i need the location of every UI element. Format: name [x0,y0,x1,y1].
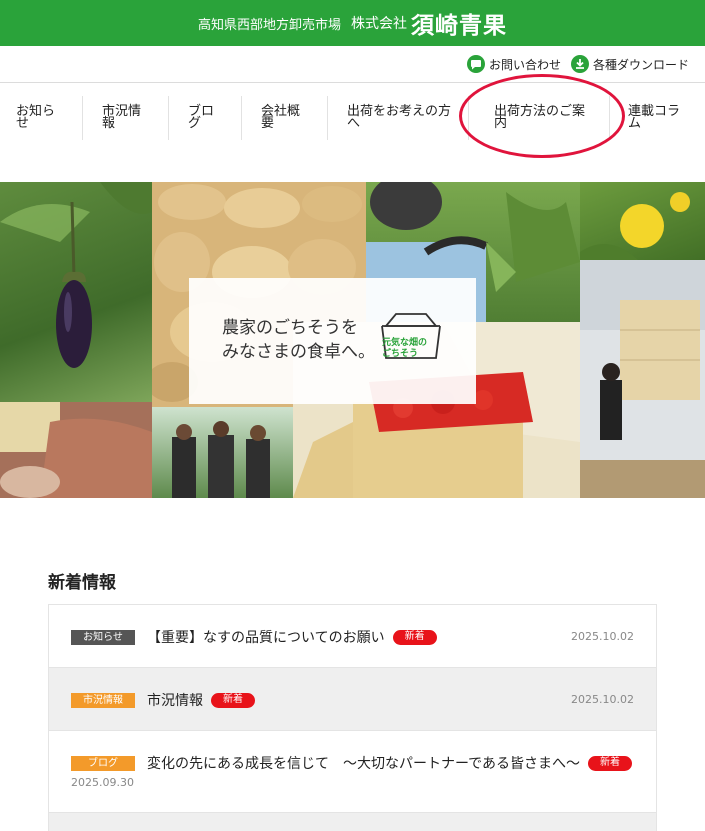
new-badge: 新着 [588,755,633,771]
nav-item-for-shippers[interactable]: 出荷をお考えの方へ [347,96,451,140]
news-title[interactable]: 【重要】なすの品質についてのお願い 新着 [147,627,437,647]
download-label: 各種ダウンロード [592,57,689,72]
company-logo-text[interactable]: 須崎青果 [411,6,507,40]
nav-separator [327,96,328,140]
nav-separator [609,96,610,140]
news-title-text: 変化の先にある成長を信じて ～大切なパートナーである皆さまへ～ [147,756,581,772]
news-date: 2025.09.30 [71,776,134,789]
nav-item-company[interactable]: 会社概要 [261,96,305,140]
shallot-photo [0,402,152,498]
contact-label: お問い合わせ [488,57,561,72]
new-badge: 新着 [392,629,437,645]
nav-item-shipping-guide[interactable]: 出荷方法のご案内 [494,96,586,140]
category-badge: ブログ [71,756,135,771]
news-title[interactable]: 市況情報 新着 [147,690,255,710]
chat-icon [466,55,485,73]
new-badge: 新着 [211,692,255,708]
news-item[interactable]: 市況情報 市況情報 新着 2025.10.02 [49,668,656,731]
news-date: 2025.10.02 [571,693,634,706]
hero-catchphrase: 農家のごちそうを みなさまの食卓へ。 [222,316,375,364]
news-date: 2025.10.02 [571,630,634,643]
news-title[interactable]: 変化の先にある成長を信じて ～大切なパートナーである皆さまへ～ 新着 [147,753,633,773]
nav-separator [468,96,469,140]
brand-logo-line2: ごちそう [382,349,419,359]
news-item[interactable] [49,813,656,831]
site-header: 高知県西部地方卸売市場 株式会社 須崎青果 [0,0,705,46]
news-item[interactable]: ブログ 変化の先にある成長を信じて ～大切なパートナーである皆さまへ～ 新着 2… [49,731,656,813]
news-section-title: 新着情報 [48,573,116,593]
news-item[interactable]: お知らせ 【重要】なすの品質についてのお願い 新着 2025.10.02 [49,605,656,668]
category-badge: 市況情報 [71,693,135,708]
news-title-text: 【重要】なすの品質についてのお願い [147,630,385,646]
hero-catch-line2: みなさまの食卓へ。 [222,342,375,362]
brand-logo-text: 元気な畑の ごちそう [382,338,427,360]
hero-catch-line1: 農家のごちそうを [222,318,358,338]
header-divider [0,82,705,83]
news-list: お知らせ 【重要】なすの品質についてのお願い 新着 2025.10.02 市況情… [48,604,657,831]
download-link[interactable]: 各種ダウンロード [570,55,689,73]
nav-separator [241,96,242,140]
global-nav: お知らせ 市況情報 ブログ 会社概要 出荷をお考えの方へ 出荷方法のご案内 連載… [0,96,705,140]
yuzu-photo [580,182,705,272]
category-badge: お知らせ [71,630,135,645]
nav-separator [82,96,83,140]
brand-logo-line1: 元気な畑の [382,338,428,348]
news-title-text: 市況情報 [147,693,203,709]
header-subtitle: 高知県西部地方卸売市場 [197,17,341,33]
download-icon [570,55,589,73]
nav-item-news[interactable]: お知らせ [16,96,60,140]
nav-item-column[interactable]: 連載コラム [628,96,686,140]
nav-item-market[interactable]: 市況情報 [102,96,146,140]
shipping-photo [580,260,705,498]
nav-item-blog[interactable]: ブログ [188,96,220,140]
nav-separator [168,96,169,140]
utility-links: お問い合わせ 各種ダウンロード [457,52,689,76]
contact-link[interactable]: お問い合わせ [466,55,561,73]
company-prefix[interactable]: 株式会社 [351,13,407,33]
farmers-photo [152,407,293,498]
eggplant-photo [0,182,152,402]
